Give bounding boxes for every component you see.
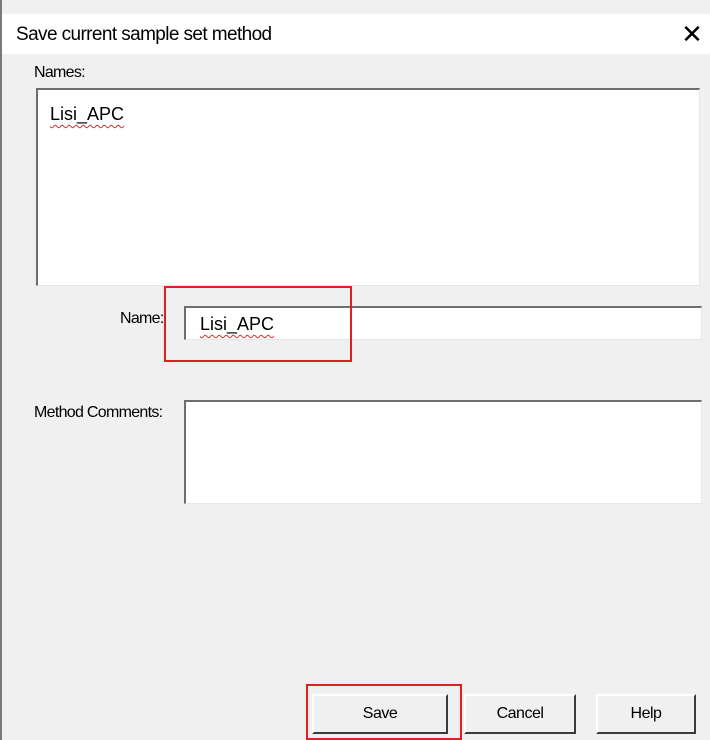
names-label: Names:	[34, 64, 86, 81]
cancel-button[interactable]: Cancel	[464, 694, 576, 734]
method-comments-label: Method Comments:	[34, 404, 163, 421]
name-label: Name:	[120, 310, 164, 327]
save-highlight-box	[306, 684, 462, 740]
help-button[interactable]: Help	[596, 694, 696, 734]
title-bar[interactable]: Save current sample set method ✕	[2, 14, 710, 54]
dialog-title: Save current sample set method	[16, 24, 272, 45]
method-comments-field[interactable]	[184, 400, 702, 504]
name-highlight-box	[164, 286, 352, 362]
close-icon[interactable]: ✕	[676, 18, 708, 50]
names-list[interactable]: Lisi_APC	[36, 88, 700, 286]
list-item[interactable]: Lisi_APC	[50, 104, 124, 125]
save-method-dialog: Save current sample set method ✕ Names: …	[0, 0, 710, 740]
